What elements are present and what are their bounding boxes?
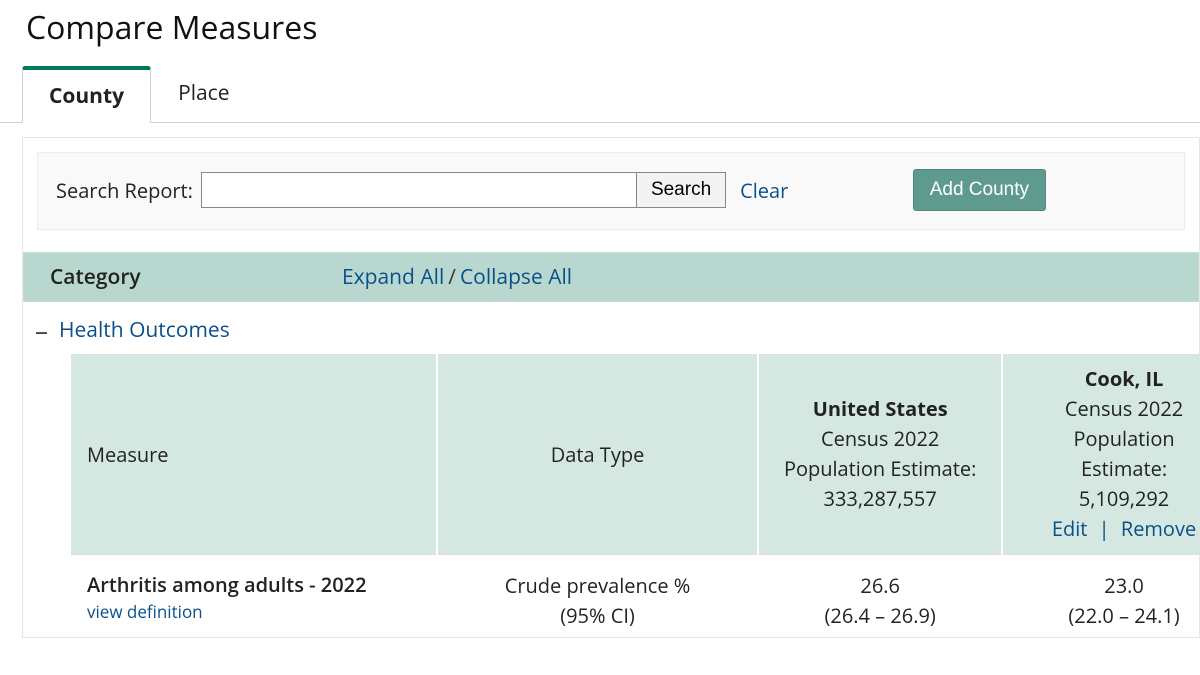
clear-link[interactable]: Clear — [740, 177, 788, 204]
search-input[interactable] — [201, 172, 637, 208]
measure-table: Measure Data Type United States Census 2… — [71, 354, 1200, 637]
col-title: Cook, IL — [1015, 364, 1200, 394]
measure-title: Arthritis among adults - 2022 — [87, 571, 424, 598]
separator: / — [444, 263, 460, 291]
col-title: United States — [771, 394, 989, 424]
section-header: – Health Outcomes — [23, 302, 1199, 354]
th-column-us: United States Census 2022 Population Est… — [758, 354, 1002, 555]
tab-place[interactable]: Place — [151, 66, 256, 123]
th-measure: Measure — [71, 354, 437, 555]
col-line: Population Estimate: — [771, 454, 989, 484]
view-definition-link[interactable]: view definition — [87, 600, 424, 623]
section-title-link[interactable]: Health Outcomes — [59, 316, 230, 344]
value: 26.6 — [771, 571, 989, 601]
datatype-line: (95% CI) — [450, 601, 745, 631]
col-line: Census 2022 — [771, 424, 989, 454]
collapse-icon[interactable]: – — [35, 317, 59, 343]
value: 23.0 — [1015, 571, 1200, 601]
value-cell-cook: 23.0 (22.0 – 24.1) — [1002, 555, 1200, 638]
th-datatype: Data Type — [437, 354, 758, 555]
value-cell-us: 26.6 (26.4 – 26.9) — [758, 555, 1002, 638]
tabs: County Place — [0, 65, 1200, 123]
page-title: Compare Measures — [0, 0, 1200, 65]
panel: Search Report: Search Clear Add County C… — [22, 137, 1200, 638]
search-label: Search Report: — [56, 177, 193, 204]
col-line: Census 2022 — [1015, 394, 1200, 424]
search-button[interactable]: Search — [637, 172, 726, 208]
th-column-cook: Cook, IL Census 2022 Population Estimate… — [1002, 354, 1200, 555]
edit-link[interactable]: Edit — [1052, 515, 1088, 542]
col-line: Population — [1015, 424, 1200, 454]
category-label: Category — [42, 263, 342, 291]
col-line: 333,287,557 — [771, 484, 989, 514]
datatype-line: Crude prevalence % — [450, 571, 745, 601]
col-line: Estimate: — [1015, 454, 1200, 484]
collapse-all-link[interactable]: Collapse All — [460, 263, 572, 291]
datatype-cell: Crude prevalence % (95% CI) — [437, 555, 758, 638]
remove-link[interactable]: Remove — [1121, 515, 1196, 542]
expand-all-link[interactable]: Expand All — [342, 263, 444, 291]
measure-cell: Arthritis among adults - 2022 view defin… — [71, 555, 437, 638]
add-county-button[interactable]: Add County — [913, 169, 1046, 211]
tab-county[interactable]: County — [22, 66, 151, 123]
value-ci: (22.0 – 24.1) — [1015, 601, 1200, 631]
table-row: Arthritis among adults - 2022 view defin… — [71, 555, 1200, 638]
action-separator: | — [1093, 515, 1116, 542]
col-actions: Edit | Remove — [1015, 514, 1200, 544]
search-bar: Search Report: Search Clear Add County — [37, 152, 1185, 230]
value-ci: (26.4 – 26.9) — [771, 601, 989, 631]
category-row: Category Expand All / Collapse All — [23, 252, 1199, 302]
col-line: 5,109,292 — [1015, 484, 1200, 514]
